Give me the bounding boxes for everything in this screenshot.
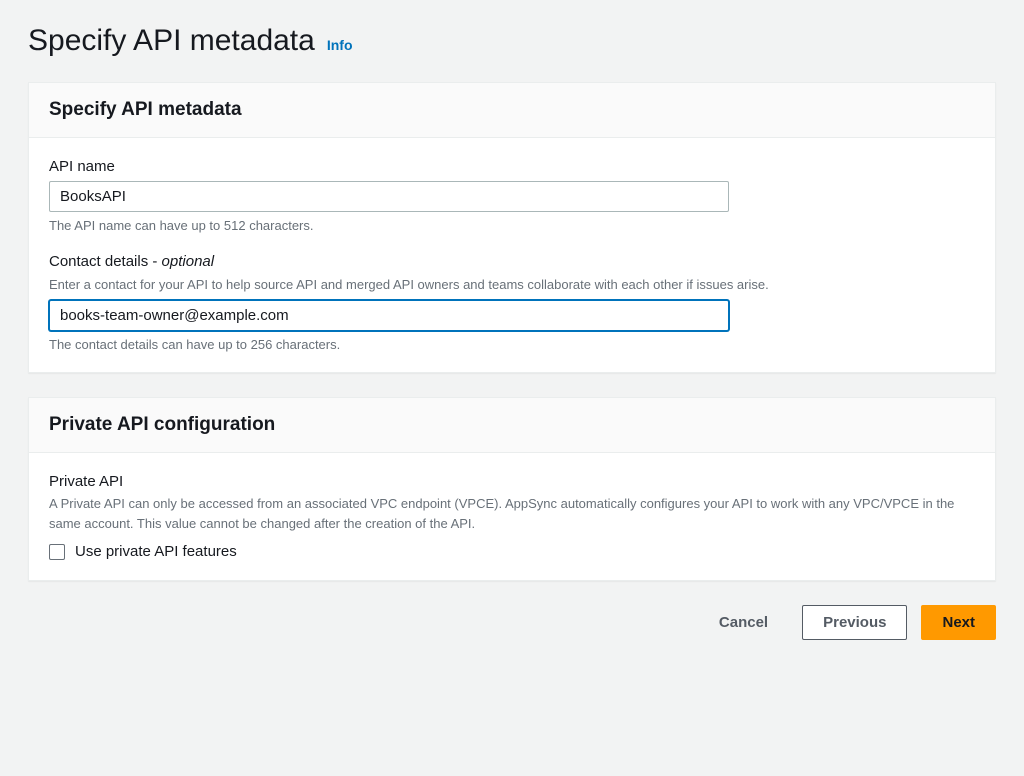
metadata-panel-header: Specify API metadata	[29, 83, 995, 138]
private-api-panel-title: Private API configuration	[49, 414, 975, 436]
contact-optional-text: optional	[157, 253, 214, 270]
contact-input[interactable]	[49, 300, 729, 331]
contact-description: Enter a contact for your API to help sou…	[49, 276, 975, 294]
private-api-checkbox[interactable]	[49, 544, 65, 560]
private-api-panel: Private API configuration Private API A …	[28, 397, 996, 581]
private-api-panel-header: Private API configuration	[29, 398, 995, 453]
api-name-field-group: API name The API name can have up to 512…	[49, 158, 975, 233]
api-name-hint: The API name can have up to 512 characte…	[49, 218, 975, 233]
private-api-description: A Private API can only be accessed from …	[49, 494, 975, 533]
next-button[interactable]: Next	[921, 605, 996, 640]
private-api-checkbox-label[interactable]: Use private API features	[75, 543, 237, 560]
api-name-label: API name	[49, 158, 975, 175]
footer-actions: Cancel Previous Next	[28, 605, 996, 640]
metadata-panel-body: API name The API name can have up to 512…	[29, 138, 995, 372]
private-api-checkbox-row: Use private API features	[49, 543, 975, 560]
previous-button[interactable]: Previous	[802, 605, 907, 640]
contact-label: Contact details - optional	[49, 253, 975, 270]
page-title: Specify API metadata	[28, 24, 315, 58]
info-link[interactable]: Info	[327, 37, 353, 53]
contact-field-group: Contact details - optional Enter a conta…	[49, 253, 975, 352]
cancel-button[interactable]: Cancel	[699, 606, 788, 639]
contact-hint: The contact details can have up to 256 c…	[49, 337, 975, 352]
metadata-panel-title: Specify API metadata	[49, 99, 975, 121]
private-api-heading: Private API	[49, 473, 975, 490]
contact-label-text: Contact details -	[49, 253, 157, 270]
metadata-panel: Specify API metadata API name The API na…	[28, 82, 996, 373]
page-header: Specify API metadata Info	[28, 24, 996, 58]
private-api-panel-body: Private API A Private API can only be ac…	[29, 453, 995, 580]
api-name-input[interactable]	[49, 181, 729, 212]
